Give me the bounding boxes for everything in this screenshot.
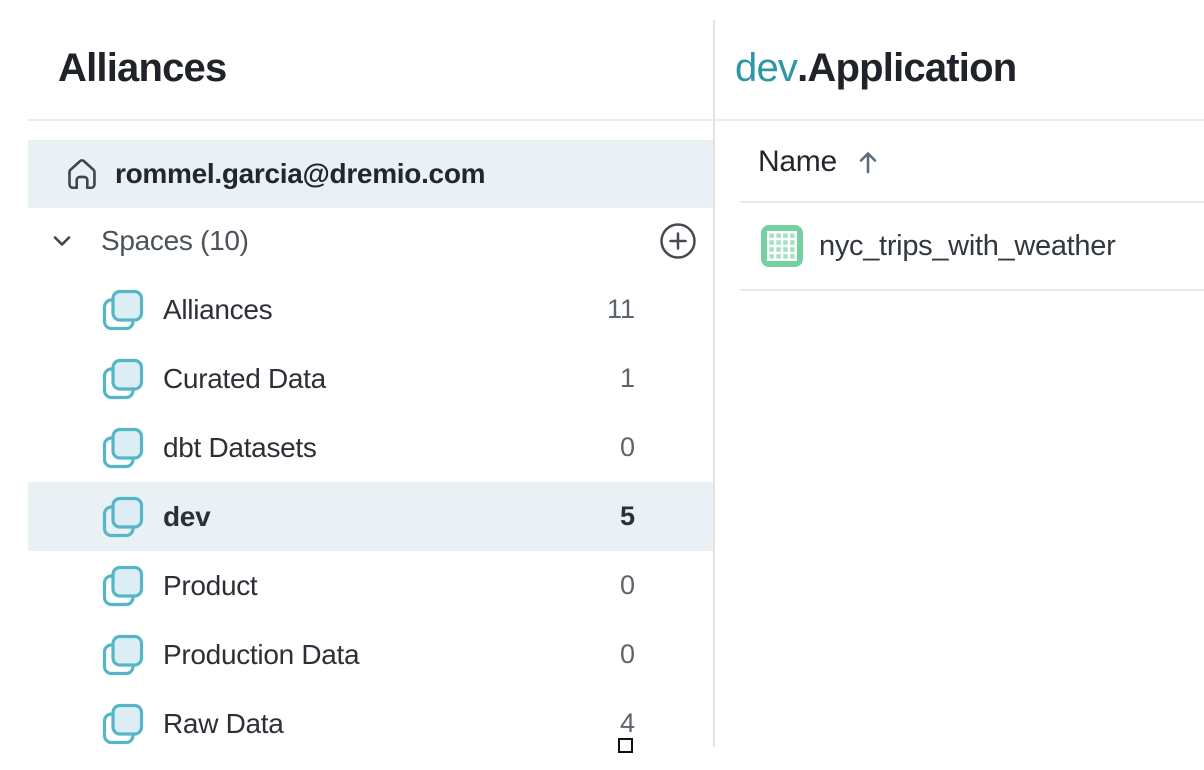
space-row-dev[interactable]: dev 5 — [28, 482, 713, 551]
right-panel-divider — [714, 119, 1204, 121]
space-row-curated-data[interactable]: Curated Data 1 — [28, 344, 713, 413]
space-icon — [100, 425, 146, 471]
space-count: 0 — [620, 639, 635, 670]
spaces-section-label: Spaces (10) — [101, 225, 249, 257]
space-icon — [100, 701, 146, 747]
column-header-label: Name — [758, 145, 837, 179]
space-count: 11 — [607, 294, 635, 325]
space-row-alliances[interactable]: Alliances 11 — [28, 275, 713, 344]
catalog-sidebar: Alliances rommel.garcia@dremio.com Space… — [0, 0, 713, 770]
spaces-section-header[interactable]: Spaces (10) — [28, 206, 713, 275]
home-space-row[interactable]: rommel.garcia@dremio.com — [28, 140, 713, 208]
dataset-name: nyc_trips_with_weather — [819, 230, 1115, 263]
dataset-table-icon — [760, 224, 804, 268]
add-space-button[interactable] — [658, 221, 698, 261]
space-name: Raw Data — [163, 708, 284, 740]
sort-ascending-icon — [855, 147, 881, 177]
home-icon — [62, 154, 102, 194]
left-panel-divider — [28, 119, 713, 121]
dataset-row[interactable]: nyc_trips_with_weather — [740, 203, 1204, 289]
chevron-down-icon[interactable] — [50, 229, 74, 253]
space-count: 5 — [620, 501, 635, 532]
dremio-catalog-app: Alliances rommel.garcia@dremio.com Space… — [0, 0, 1204, 770]
column-header-name[interactable]: Name — [758, 138, 881, 186]
spaces-tree: Spaces (10) Alliances 11 — [28, 206, 713, 758]
space-name: Production Data — [163, 639, 359, 671]
space-icon — [100, 563, 146, 609]
space-row-product[interactable]: Product 0 — [28, 551, 713, 620]
space-name: dbt Datasets — [163, 432, 317, 464]
space-icon — [100, 356, 146, 402]
space-name: Product — [163, 570, 257, 602]
space-count: 1 — [620, 363, 635, 394]
dataset-row-divider — [740, 289, 1204, 291]
space-icon — [100, 287, 146, 333]
breadcrumb: dev.Application — [735, 46, 1016, 91]
space-count: 4 — [620, 708, 635, 739]
space-row-dbt-datasets[interactable]: dbt Datasets 0 — [28, 413, 713, 482]
space-count: 0 — [620, 432, 635, 463]
space-row-raw-data[interactable]: Raw Data 4 — [28, 689, 713, 758]
space-row-production-data[interactable]: Production Data 0 — [28, 620, 713, 689]
space-count: 0 — [620, 570, 635, 601]
space-name: Curated Data — [163, 363, 326, 395]
dataset-browser: dev.Application Name nyc_trips_with_weat… — [715, 0, 1204, 770]
space-name: Alliances — [163, 294, 272, 326]
space-icon — [100, 632, 146, 678]
home-space-label: rommel.garcia@dremio.com — [115, 158, 485, 190]
placeholder-glyph-box — [618, 738, 633, 753]
space-name: dev — [163, 501, 210, 533]
breadcrumb-parent-link[interactable]: dev — [735, 46, 797, 90]
breadcrumb-current: .Application — [797, 46, 1016, 90]
space-icon — [100, 494, 146, 540]
left-panel-title: Alliances — [58, 46, 226, 91]
